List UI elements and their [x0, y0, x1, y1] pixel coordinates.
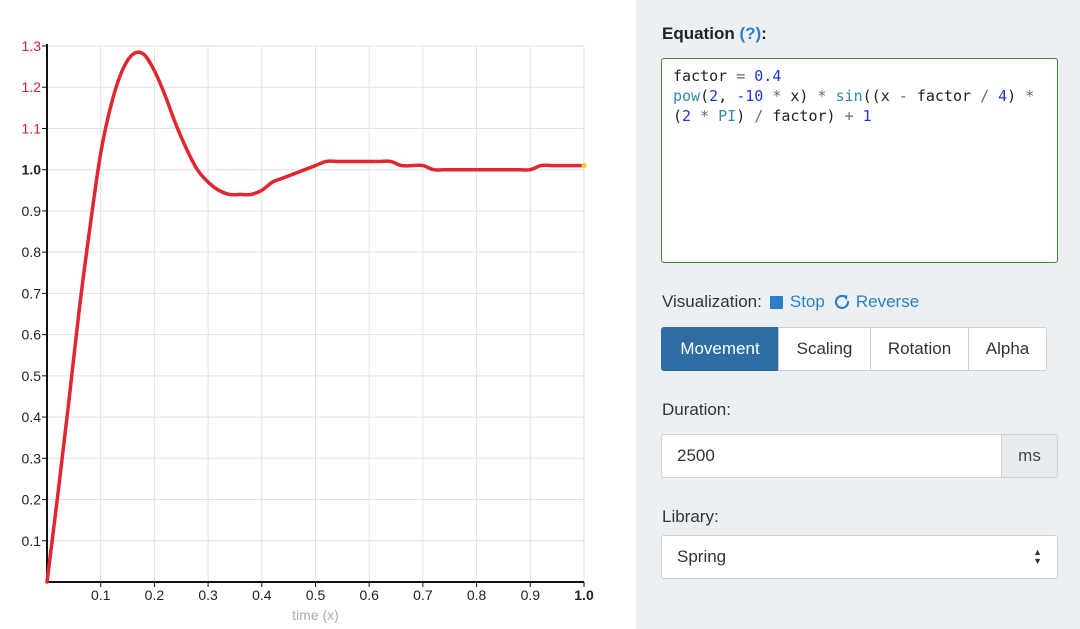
- stop-label: Stop: [789, 292, 825, 311]
- x-tick-label: 0.5: [306, 587, 326, 603]
- y-tick-label: 0.2: [22, 492, 42, 508]
- equation-token: ): [1007, 87, 1026, 105]
- library-select[interactable]: Spring ▲ ▼: [661, 535, 1058, 579]
- duration-input[interactable]: [661, 434, 1001, 478]
- y-tick-label: 1.3: [22, 38, 42, 54]
- equation-token: (: [700, 87, 710, 105]
- curve-end-marker: [581, 163, 587, 169]
- chart-area: 0.1 0.2 0.3 0.4 0.5 0.6 0.7 0.8 0.9 1.0 1.1 1.2 1.3 0…: [0, 0, 636, 629]
- equation-token: PI: [718, 107, 737, 125]
- y-tick-label: 0.4: [22, 409, 42, 425]
- equation-token: 0.4: [754, 67, 782, 85]
- stop-button[interactable]: Stop: [769, 292, 825, 312]
- visualization-row: Visualization: Stop Reverse: [662, 292, 919, 312]
- equation-line: (2 * PI) / factor) + 1: [673, 106, 1046, 126]
- equation-line: pow(2, -10 * x) * sin((x - factor / 4) *: [673, 86, 1046, 106]
- equation-token: 1: [862, 107, 872, 125]
- stop-icon: [769, 295, 783, 309]
- equation-token: [827, 87, 836, 105]
- equation-token: x): [781, 87, 818, 105]
- equation-line: factor = 0.4: [673, 66, 1046, 86]
- y-tick-label: 1.2: [22, 79, 42, 95]
- equation-token: [691, 107, 700, 125]
- x-tick-label: 0.2: [145, 587, 165, 603]
- x-tick-label: 1.0: [574, 587, 594, 603]
- equation-label: Equation: [662, 24, 735, 43]
- y-tick-label: 0.8: [22, 244, 42, 260]
- tab-rotation[interactable]: Rotation: [870, 327, 969, 371]
- equation-token: [854, 107, 863, 125]
- equation-token: factor: [673, 67, 737, 85]
- equation-title: Equation (?):: [662, 24, 767, 44]
- equation-token: -10: [736, 87, 764, 105]
- equation-token: pow: [673, 87, 701, 105]
- equation-token: 2: [682, 107, 692, 125]
- equation-token: /: [980, 87, 990, 105]
- equation-token: *: [1025, 87, 1035, 105]
- select-arrows-icon: ▲ ▼: [1033, 547, 1042, 566]
- refresh-icon: [834, 294, 849, 310]
- equation-editor[interactable]: factor = 0.4 pow(2, -10 * x) * sin((x - f…: [661, 58, 1058, 263]
- y-tick-label: 0.7: [22, 285, 42, 301]
- y-tick-label: 1.1: [22, 120, 42, 136]
- equation-token: factor: [907, 87, 981, 105]
- x-tick-label: 0.1: [91, 587, 111, 603]
- equation-token: =: [736, 67, 746, 85]
- x-tick-label: 0.8: [467, 587, 487, 603]
- y-tick-label: 0.1: [22, 533, 42, 549]
- y-tick-label: 0.3: [22, 450, 42, 466]
- equation-token: 2: [709, 87, 719, 105]
- visualization-label: Visualization:: [662, 292, 762, 311]
- equation-token: [745, 67, 754, 85]
- x-axis-label: time (x): [292, 607, 339, 623]
- equation-token: [989, 87, 998, 105]
- library-label: Library:: [662, 507, 719, 526]
- x-tick-label: 0.7: [413, 587, 433, 603]
- equation-token: ): [736, 107, 755, 125]
- x-tick-label: 0.6: [359, 587, 379, 603]
- equation-token: (: [673, 107, 683, 125]
- duration-group: ms: [661, 434, 1058, 478]
- reverse-label: Reverse: [855, 292, 920, 311]
- library-selected-value: Spring: [677, 547, 727, 566]
- y-tick-label: 0.5: [22, 368, 42, 384]
- reverse-button[interactable]: Reverse: [833, 292, 919, 312]
- equation-token: ,: [718, 87, 737, 105]
- easing-chart: 0.1 0.2 0.3 0.4 0.5 0.6 0.7 0.8 0.9 1.0 1.1 1.2 1.3 0…: [22, 38, 594, 623]
- x-tick-label: 0.4: [252, 587, 272, 603]
- equation-token: 4: [998, 87, 1008, 105]
- equation-label-colon: :: [761, 24, 767, 43]
- equation-token: factor): [763, 107, 845, 125]
- visualization-tabs: Movement Scaling Rotation Alpha: [661, 327, 1047, 371]
- y-tick-label: 1.0: [22, 162, 42, 178]
- x-tick-label: 0.3: [198, 587, 218, 603]
- equation-token: sin: [835, 87, 863, 105]
- equation-token: *: [700, 107, 710, 125]
- control-panel: Equation (?): factor = 0.4 pow(2, -10 * x…: [636, 0, 1080, 629]
- equation-token: /: [754, 107, 764, 125]
- duration-label: Duration:: [662, 400, 731, 419]
- tab-alpha[interactable]: Alpha: [968, 327, 1047, 371]
- equation-token: *: [817, 87, 827, 105]
- equation-token: [709, 107, 718, 125]
- equation-token: -: [898, 87, 908, 105]
- equation-token: [763, 87, 772, 105]
- x-tick-label: 0.9: [521, 587, 541, 603]
- equation-token: ((x: [862, 87, 899, 105]
- tab-scaling[interactable]: Scaling: [778, 327, 871, 371]
- tab-movement[interactable]: Movement: [661, 327, 779, 371]
- equation-token: +: [844, 107, 854, 125]
- y-tick-label: 0.6: [22, 327, 42, 343]
- y-tick-label: 0.9: [22, 203, 42, 219]
- equation-help-link[interactable]: (?): [739, 24, 761, 43]
- duration-unit: ms: [1001, 434, 1058, 478]
